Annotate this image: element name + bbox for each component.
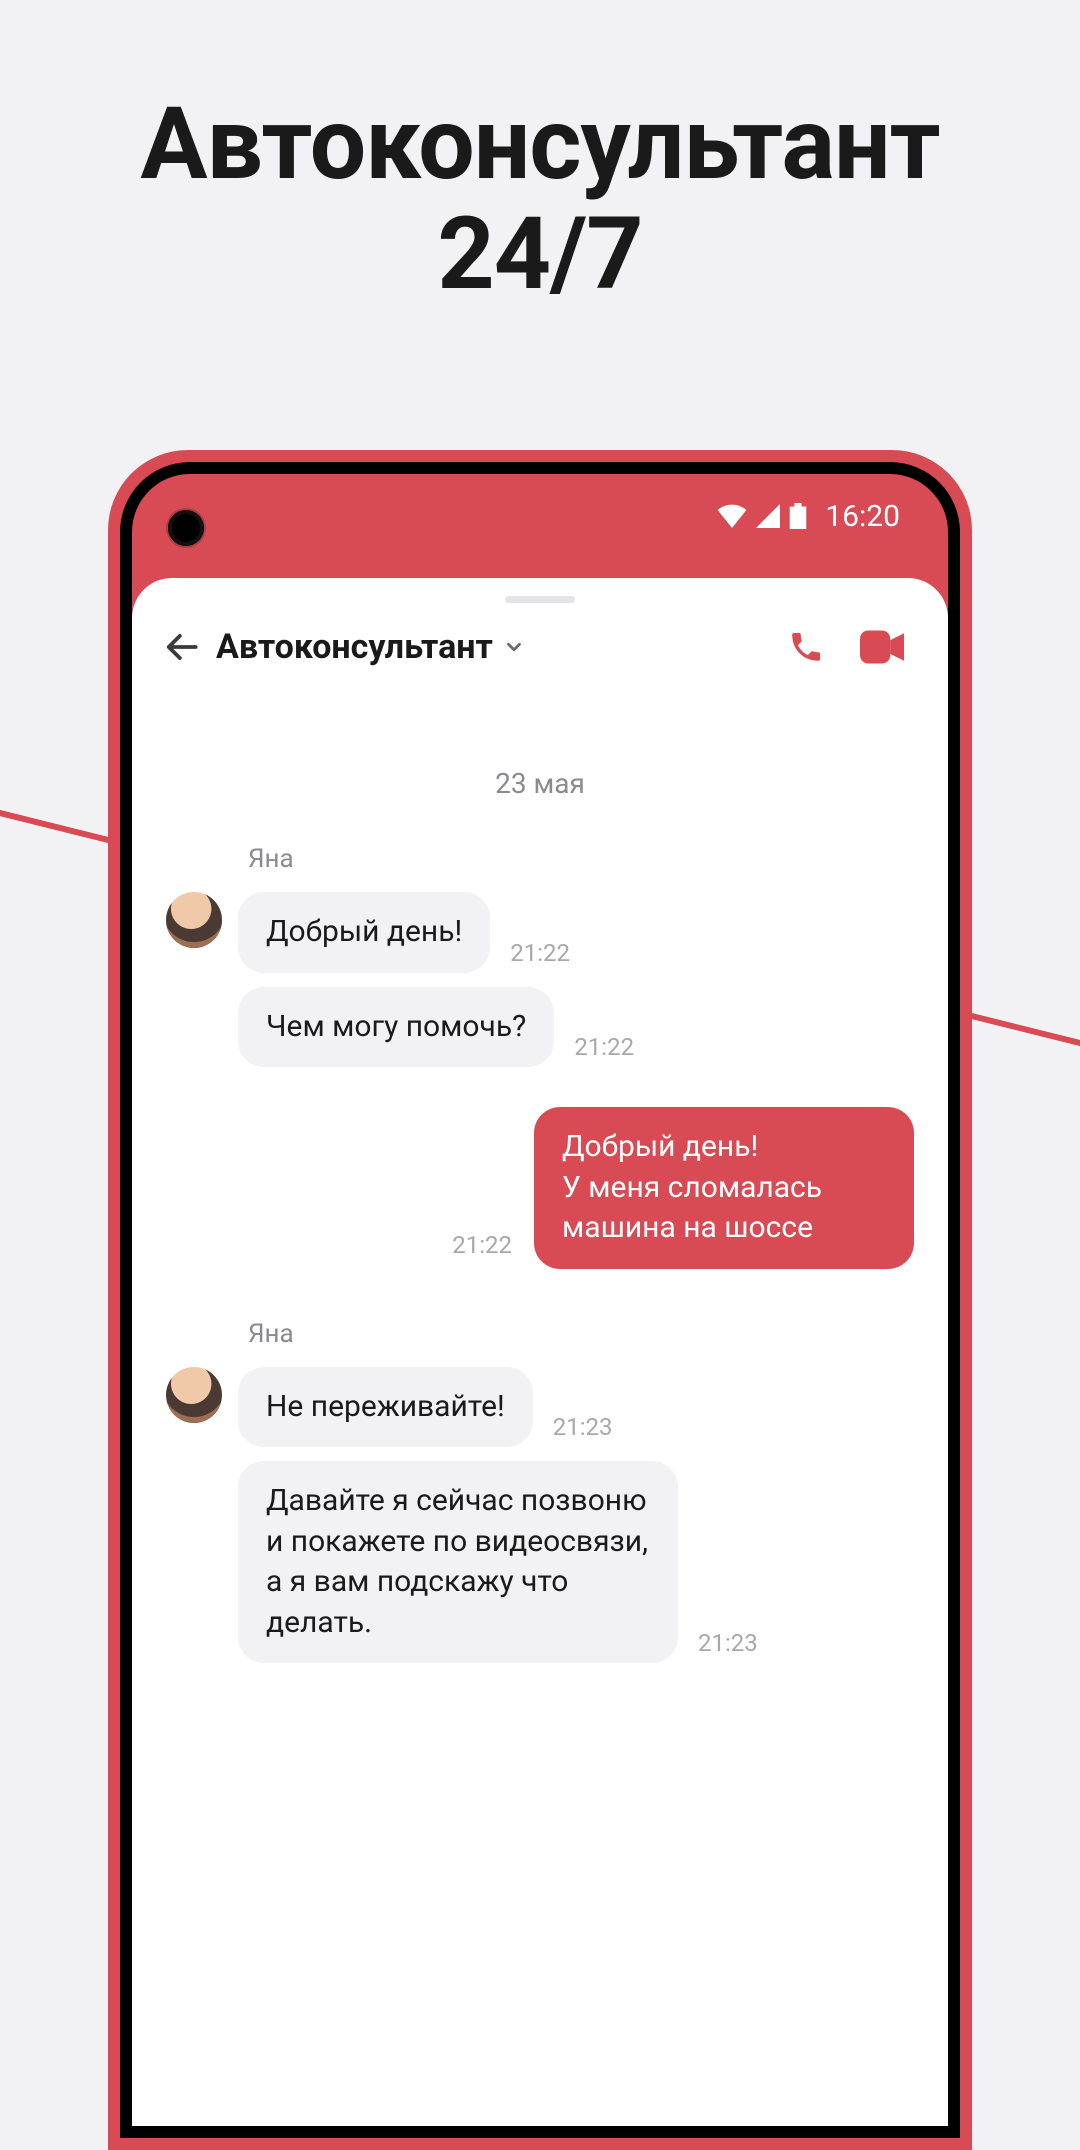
chevron-down-icon [503,636,525,658]
avatar[interactable] [166,1367,222,1423]
message-bubble-in[interactable]: Чем могу помочь? [238,987,554,1068]
status-time: 16:20 [825,499,900,534]
message-time: 21:23 [698,1629,758,1663]
chat-title[interactable]: Автоконсультант [216,627,525,667]
message-row: Добрый день! 21:22 [238,892,634,973]
voice-call-button[interactable] [788,629,824,665]
promo-title: Автоконсультант 24/7 [0,90,1080,310]
phone-mockup: 16:20 Автоконсультант [108,450,972,2150]
message-row: Давайте я сейчас позвоню и покажете по в… [238,1461,758,1663]
message-bubble-in[interactable]: Не переживайте! [238,1367,533,1448]
status-bar: 16:20 [132,474,948,558]
chat-panel: Автоконсультант [132,578,948,2126]
message-time: 21:22 [510,939,570,973]
wifi-icon [717,504,747,528]
cellular-icon [755,504,781,528]
message-group-in: Яна Не переживайте! 21:23 Давайте я сейч… [166,1319,914,1664]
message-row: Чем могу помочь? 21:22 [238,987,634,1068]
sheet-handle[interactable] [505,596,575,603]
video-call-button[interactable] [860,630,904,664]
sender-name: Яна [248,1319,758,1349]
message-group-in: Яна Добрый день! 21:22 Чем могу помочь? … [166,844,914,1067]
battery-icon [789,503,807,529]
date-separator: 23 мая [166,767,914,800]
message-bubble-in[interactable]: Добрый день! [238,892,490,973]
camera-hole [168,510,204,546]
avatar[interactable] [166,892,222,948]
message-group-out: 21:22 Добрый день! У меня сломалась маши… [166,1107,914,1269]
message-time: 21:23 [553,1413,613,1447]
message-bubble-in[interactable]: Давайте я сейчас позвоню и покажете по в… [238,1461,678,1663]
sender-name: Яна [248,844,634,874]
chat-title-label: Автоконсультант [216,627,493,667]
message-time: 21:22 [574,1033,634,1067]
message-row: Не переживайте! 21:23 [238,1367,758,1448]
message-time: 21:22 [452,1231,512,1269]
chat-body[interactable]: 23 мая Яна Добрый день! 21:22 [132,697,948,1663]
chat-header: Автоконсультант [132,621,948,697]
back-arrow-icon[interactable] [164,628,202,666]
message-bubble-out[interactable]: Добрый день! У меня сломалась машина на … [534,1107,914,1269]
